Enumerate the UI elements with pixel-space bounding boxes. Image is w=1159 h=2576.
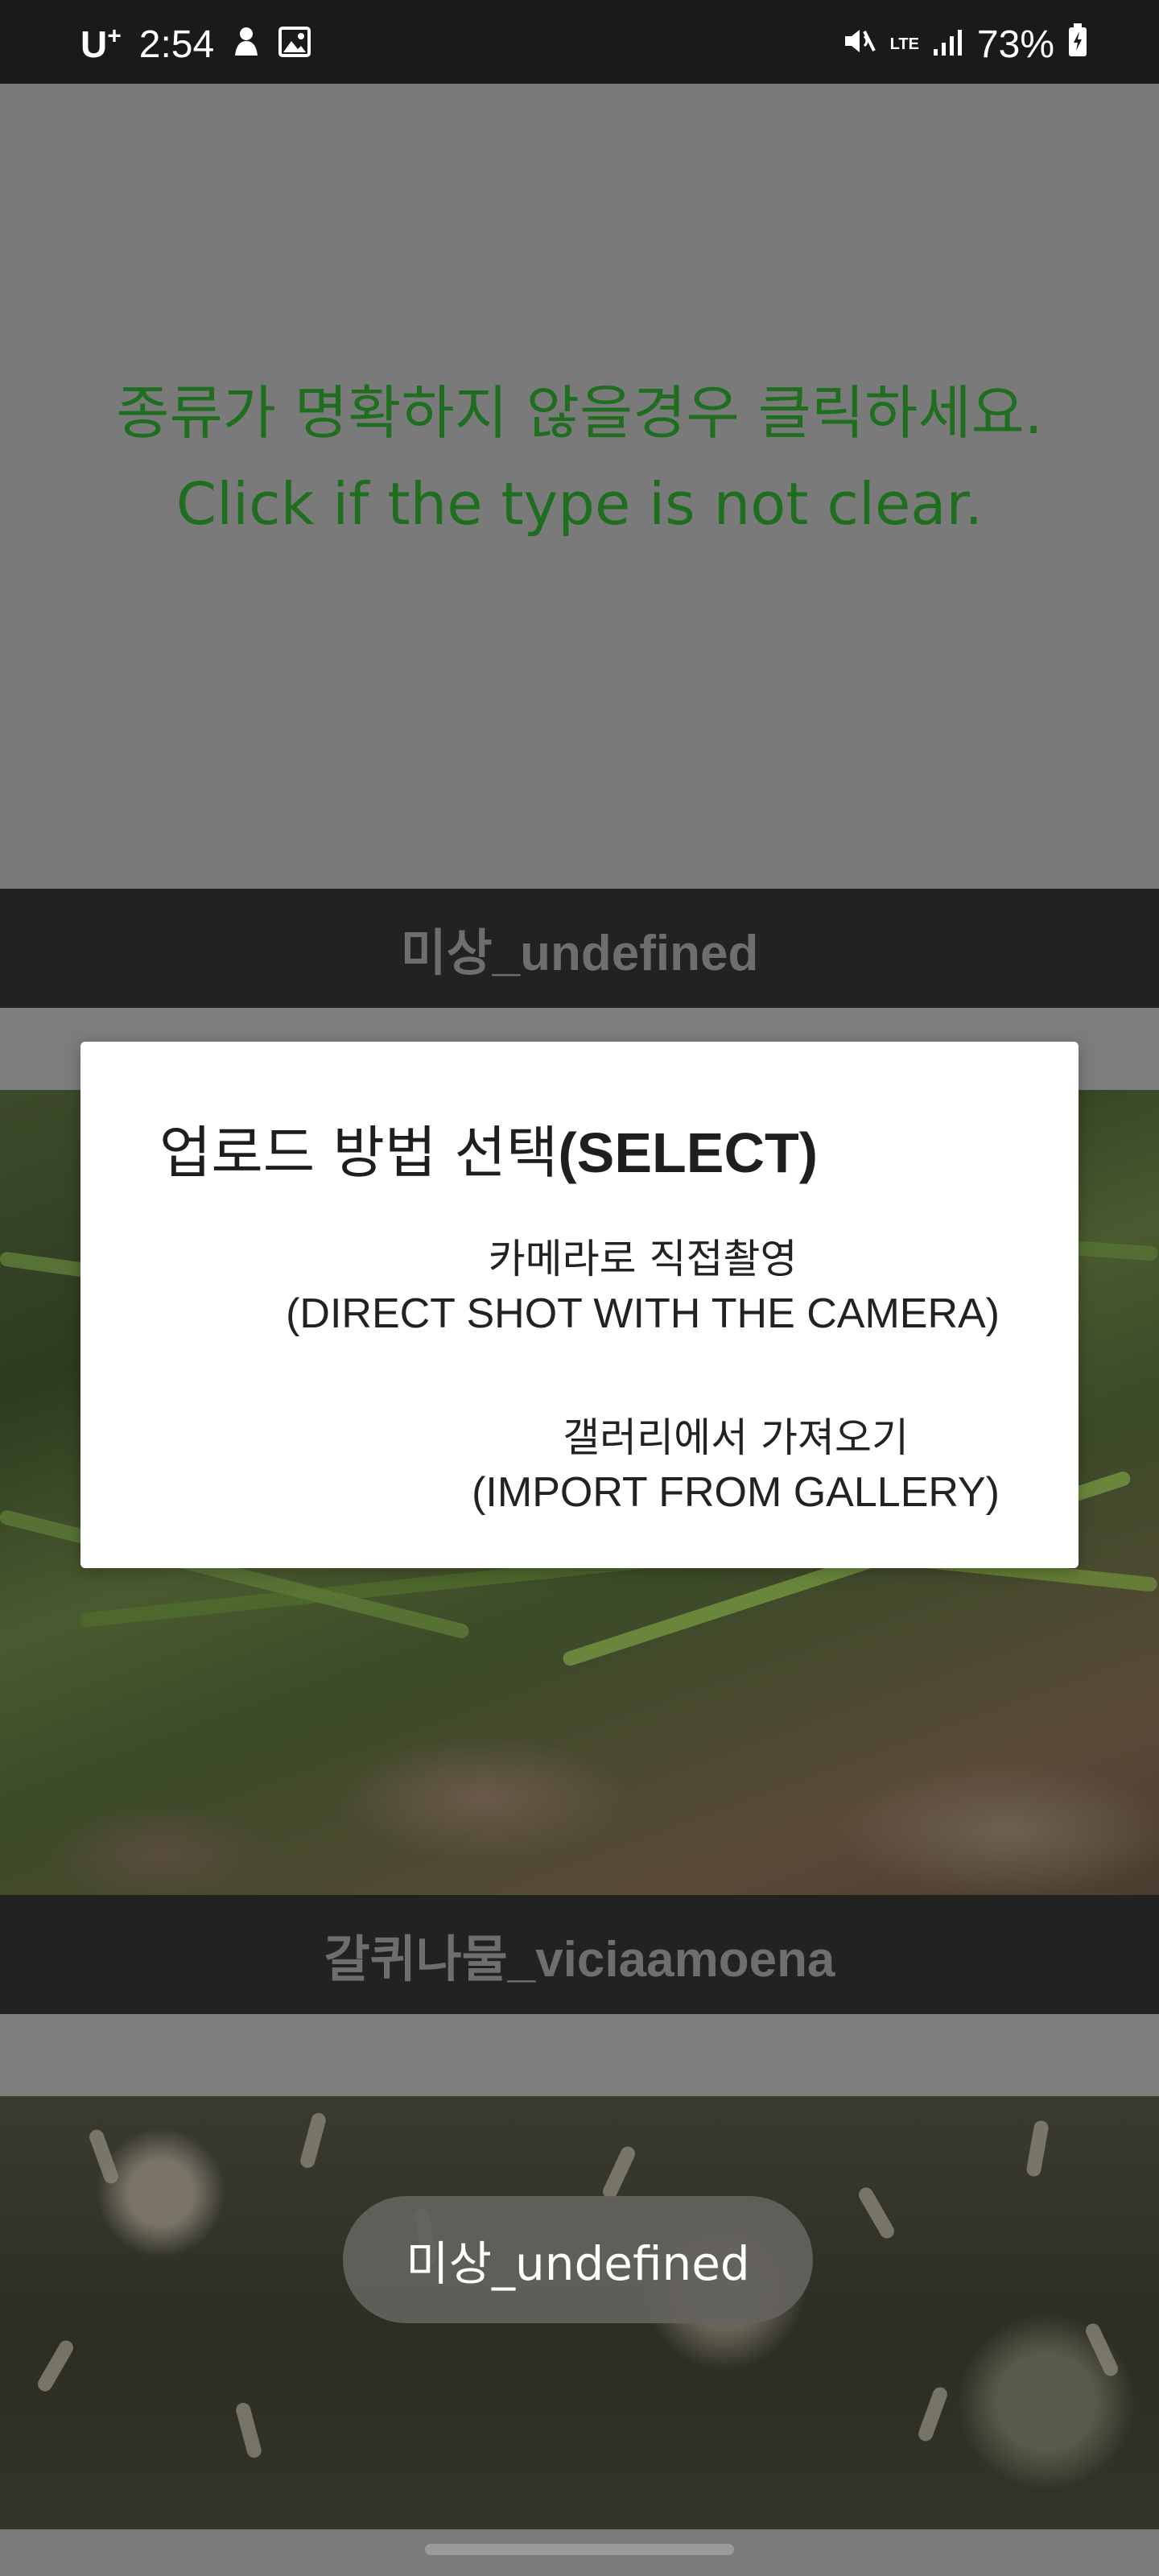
status-bar-right: LTE 73%: [842, 23, 1088, 67]
hint-english: Click if the type is not clear.: [175, 470, 984, 538]
card-label-undefined: 미상_undefined: [0, 889, 1159, 1008]
dialog-title: 업로드 방법 선택(SELECT): [159, 1120, 819, 1186]
species-photo-flowers[interactable]: [0, 2096, 1159, 2576]
gallery-option-en: (IMPORT FROM GALLERY): [472, 1469, 1000, 1516]
clock: 2:54: [138, 23, 215, 66]
camera-option-en: (DIRECT SHOT WITH THE CAMERA): [286, 1290, 1000, 1337]
battery-percentage: 73%: [976, 23, 1054, 66]
home-indicator[interactable]: [425, 2544, 734, 2555]
image-icon: [278, 23, 311, 67]
user-icon: [232, 23, 261, 67]
card-label-viciaamoena: 갈퀴나물_viciaamoena: [0, 1895, 1159, 2014]
battery-charging-icon: [1067, 23, 1088, 67]
carrier-label: U+: [80, 23, 122, 65]
camera-option[interactable]: 카메라로 직접촬영 (DIRECT SHOT WITH THE CAMERA): [286, 1232, 1000, 1341]
toast-message: 미상_undefined: [343, 2196, 813, 2323]
status-bar-left: U+ 2:54: [80, 23, 311, 67]
upload-method-dialog: 업로드 방법 선택(SELECT) 카메라로 직접촬영 (DIRECT SHOT…: [80, 1042, 1079, 1568]
unclear-type-card[interactable]: 종류가 명확하지 않을경우 클릭하세요. Click if the type i…: [0, 84, 1159, 889]
status-bar: U+ 2:54 LTE 73%: [0, 0, 1159, 84]
gallery-option-ko: 갤러리에서 가져오기: [563, 1414, 909, 1461]
network-type: LTE: [889, 35, 919, 53]
camera-option-ko: 카메라로 직접촬영: [488, 1236, 798, 1282]
card-gap: [0, 2014, 1159, 2096]
gallery-option[interactable]: 갤러리에서 가져오기 (IMPORT FROM GALLERY): [472, 1410, 1000, 1520]
hint-korean: 종류가 명확하지 않을경우 클릭하세요.: [116, 379, 1043, 447]
mute-icon: [842, 23, 877, 67]
signal-icon: [932, 23, 964, 67]
